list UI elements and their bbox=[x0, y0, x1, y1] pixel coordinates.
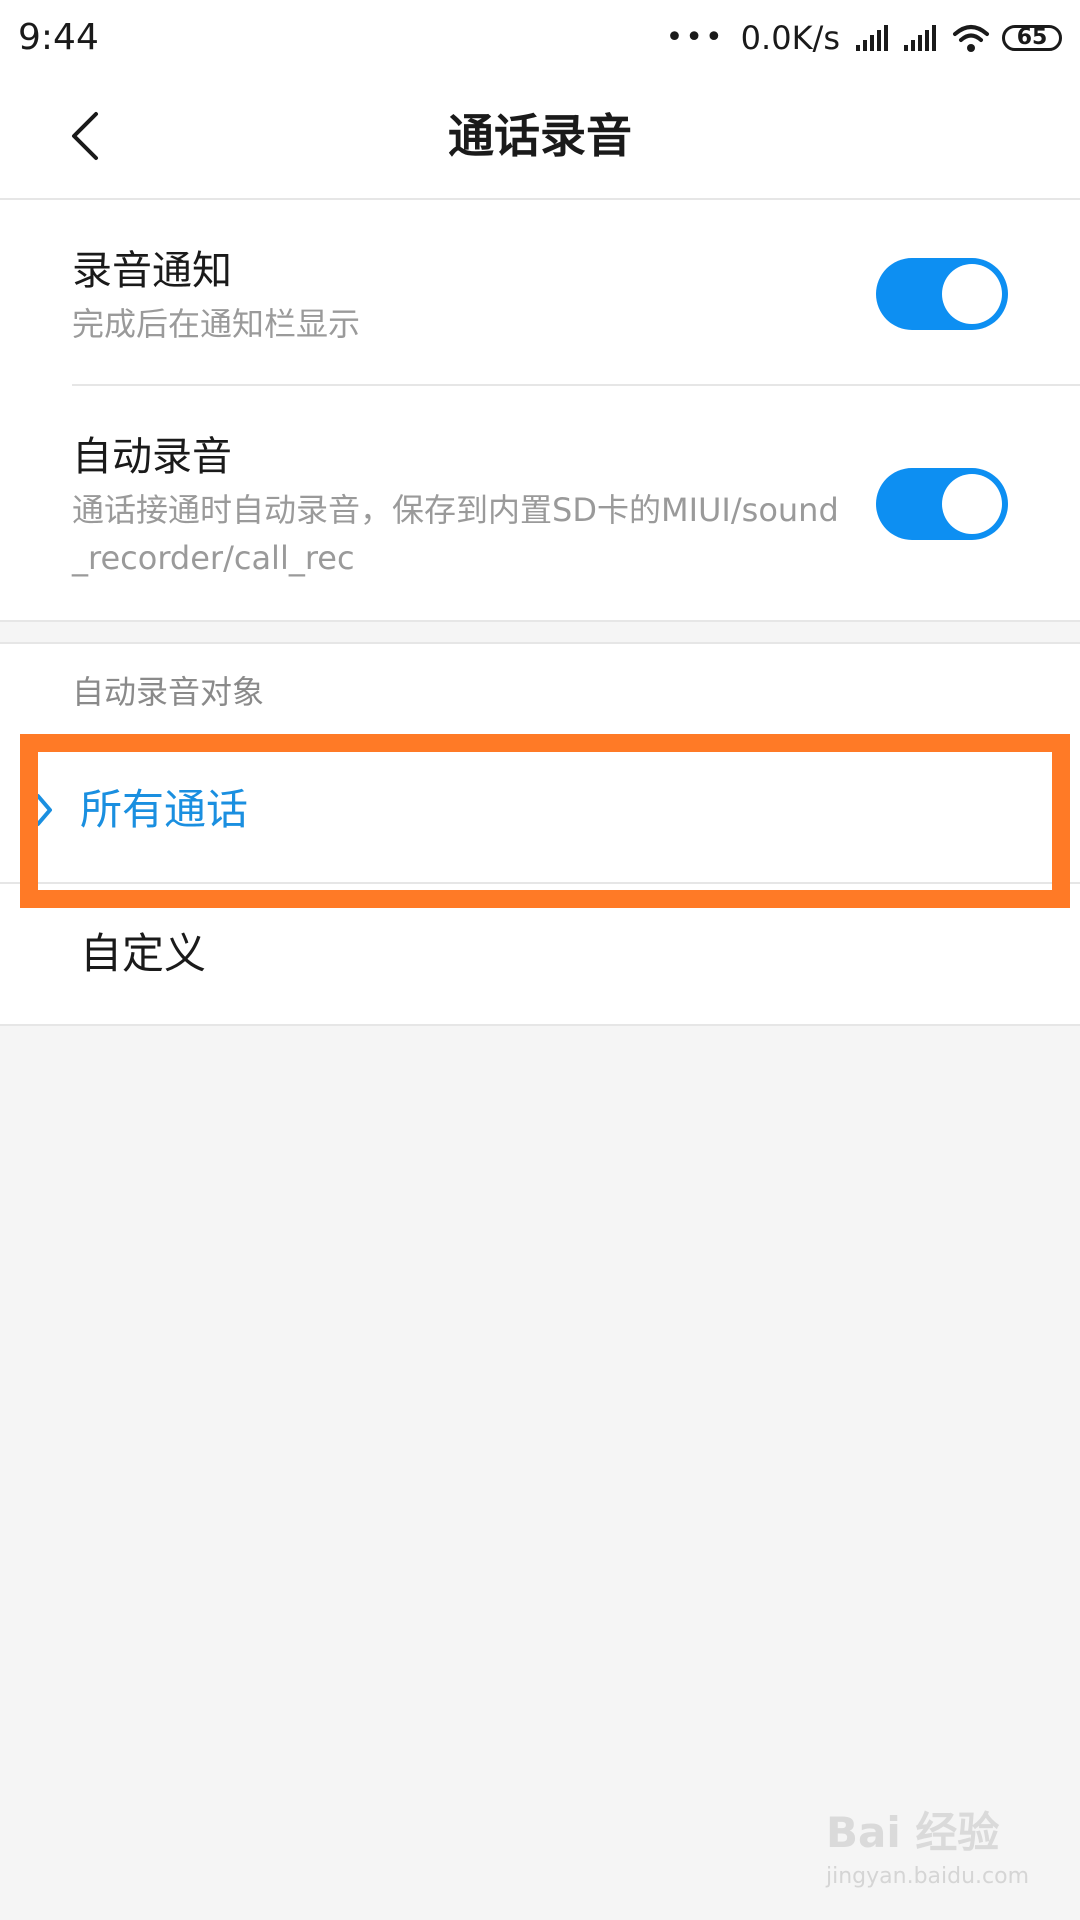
setting-title: 自动录音 bbox=[72, 434, 232, 480]
signal-icon bbox=[856, 25, 888, 51]
divider bbox=[72, 384, 1080, 386]
network-speed: 0.0K/s bbox=[740, 19, 840, 57]
more-dots-icon: ••• bbox=[665, 20, 725, 55]
signal-icon bbox=[904, 25, 936, 51]
status-time: 9:44 bbox=[18, 17, 99, 58]
option-label: 所有通话 bbox=[80, 785, 249, 834]
wifi-icon bbox=[953, 25, 989, 52]
watermark-logo: Bai 经验 bbox=[826, 1808, 1000, 1857]
option-all-calls[interactable]: 所有通话 bbox=[0, 740, 1080, 882]
setting-subtitle: 完成后在通知栏显示 bbox=[72, 305, 361, 343]
option-label: 自定义 bbox=[80, 929, 207, 978]
battery-icon: 65 bbox=[1002, 25, 1062, 51]
settings-card: 录音通知 完成后在通知栏显示 自动录音 通话接通时自动录音，保存到内置SD卡的M… bbox=[0, 200, 1080, 622]
toggle-knob bbox=[942, 474, 1002, 534]
chevron-right-icon bbox=[36, 794, 52, 826]
section-label: 自动录音对象 bbox=[72, 673, 265, 711]
setting-title: 录音通知 bbox=[72, 248, 232, 294]
watermark: Bai 经验 jingyan.baidu.com bbox=[826, 1800, 1046, 1900]
auto-record-target-card: 自动录音对象 所有通话 自定义 bbox=[0, 642, 1080, 1026]
status-icons: ••• 0.0K/s 65 bbox=[666, 16, 1062, 60]
battery-level: 65 bbox=[1016, 25, 1048, 50]
title-bar: 通话录音 bbox=[0, 76, 1080, 200]
toggle-knob bbox=[942, 264, 1002, 324]
page-title: 通话录音 bbox=[448, 109, 632, 163]
status-bar: 9:44 ••• 0.0K/s 65 bbox=[0, 0, 1080, 76]
setting-subtitle: 通话接通时自动录音，保存到内置SD卡的MIUI/sound_recorder/c… bbox=[72, 491, 839, 577]
watermark-url: jingyan.baidu.com bbox=[826, 1864, 1030, 1889]
record-notification-toggle[interactable] bbox=[876, 258, 1008, 330]
auto-record-toggle[interactable] bbox=[876, 468, 1008, 540]
option-custom[interactable]: 自定义 bbox=[0, 884, 1080, 1026]
